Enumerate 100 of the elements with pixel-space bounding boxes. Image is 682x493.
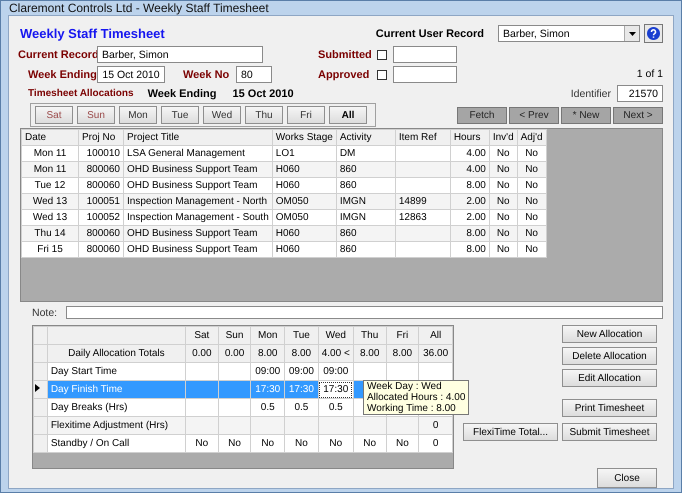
table-cell: No xyxy=(329,438,342,449)
day-filter-button[interactable]: All xyxy=(329,106,367,124)
table-cell: LO1 xyxy=(276,148,295,159)
table-cell: OHD Business Support Team xyxy=(127,228,258,239)
text-field[interactable] xyxy=(393,66,457,83)
row-pointer-icon xyxy=(35,384,40,392)
day-filter-button[interactable]: Wed xyxy=(203,106,241,124)
total-cell: 36.00 xyxy=(418,344,452,362)
day-filter-button[interactable]: Thu xyxy=(245,106,283,124)
table-cell: 0.5 xyxy=(294,402,308,413)
table-cell: 0.5 xyxy=(260,402,275,413)
table-cell: 2.00 xyxy=(466,196,486,207)
column-header: Wed xyxy=(318,326,354,344)
table-cell: DM xyxy=(340,148,356,159)
window-title: Claremont Controls Ltd - Weekly Staff Timesheet xyxy=(8,1,270,15)
table-cell: No xyxy=(294,438,308,449)
close-button[interactable]: Close xyxy=(597,468,657,488)
column-header: Adj'd xyxy=(517,130,546,146)
field-label: Note: xyxy=(32,306,58,318)
text-field[interactable] xyxy=(393,46,457,63)
help-icon xyxy=(647,27,660,40)
table-cell: 860 xyxy=(340,164,357,175)
table-cell: 800060 xyxy=(86,244,120,255)
checkbox[interactable] xyxy=(377,70,387,80)
field-label: Week Ending xyxy=(148,88,216,100)
table-cell: No xyxy=(261,438,274,449)
table-cell: No xyxy=(496,180,510,191)
table-cell: 14899 xyxy=(398,196,427,207)
table-cell: Mon 11 xyxy=(34,164,66,175)
table-cell: No xyxy=(496,228,510,239)
table-cell: No xyxy=(525,228,538,239)
date-field[interactable]: 15 Oct 2010 xyxy=(97,66,165,83)
total-cell: 8.00 xyxy=(250,344,285,362)
table-cell: 4.00 xyxy=(466,148,486,159)
table-cell: 100010 xyxy=(86,148,120,159)
field-label: Identifier xyxy=(570,88,611,100)
table-cell: No xyxy=(525,180,538,191)
column-header: Mon xyxy=(250,326,285,344)
table-cell: OHD Business Support Team xyxy=(127,244,258,255)
action-button[interactable]: Delete Allocation xyxy=(562,347,657,365)
table-cell: No xyxy=(525,212,538,223)
table-cell: 100052 xyxy=(86,212,120,223)
column-header: Tue xyxy=(284,326,318,344)
table-cell: No xyxy=(396,438,409,449)
column-header: Thu xyxy=(353,326,386,344)
user-dropdown[interactable]: Barber, Simon xyxy=(498,25,640,42)
field-label: Approved xyxy=(318,68,370,80)
table-cell: 8.00 xyxy=(466,228,486,239)
total-cell: 4.00 < xyxy=(318,344,354,362)
nav-button[interactable]: < Prev xyxy=(509,106,559,124)
table-cell: 8.00 xyxy=(466,180,486,191)
flexitime-button[interactable]: FlexiTime Total... xyxy=(463,423,558,441)
nav-button[interactable]: Next > xyxy=(613,106,663,124)
table-cell: H060 xyxy=(276,244,300,255)
identifier-field[interactable]: 21570 xyxy=(617,85,663,102)
submit-button[interactable]: Submit Timesheet xyxy=(562,423,657,441)
day-filter-button[interactable]: Fri xyxy=(287,106,325,124)
table-cell: 09:00 xyxy=(288,366,314,377)
action-button[interactable]: Edit Allocation xyxy=(562,369,657,387)
table-cell: 800060 xyxy=(86,228,120,239)
table-cell: OM050 xyxy=(276,212,309,223)
row-label: Flexitime Adjustment (Hrs) xyxy=(47,416,186,434)
action-button[interactable]: Print Timesheet xyxy=(562,399,657,417)
form-heading: Weekly Staff Timesheet xyxy=(19,26,165,41)
table-cell: 860 xyxy=(340,180,357,191)
day-filter-button[interactable]: Mon xyxy=(119,106,157,124)
row-header: Daily Allocation Totals xyxy=(47,344,186,362)
day-filter-button[interactable]: Sat xyxy=(35,106,73,124)
column-header: Works Stage xyxy=(272,130,336,146)
nav-button[interactable]: Fetch xyxy=(457,106,507,124)
help-button[interactable] xyxy=(644,24,663,43)
total-cell: 8.00 xyxy=(386,344,419,362)
table-cell: 800060 xyxy=(86,180,120,191)
table-cell: 8.00 xyxy=(466,244,486,255)
week-ending-value: 15 Oct 2010 xyxy=(232,88,294,100)
column-header: Sun xyxy=(218,326,251,344)
table-cell: 09:00 xyxy=(323,366,348,377)
text-field[interactable]: Barber, Simon xyxy=(97,46,263,63)
table-cell: Thu 14 xyxy=(34,228,66,239)
action-button[interactable]: New Allocation xyxy=(562,325,657,343)
column-header: Fri xyxy=(386,326,419,344)
table-cell: 09:00 xyxy=(255,366,280,377)
column-header: Sat xyxy=(185,326,218,344)
column-header: Activity xyxy=(336,130,396,146)
section-label: Timesheet Allocations xyxy=(27,88,134,99)
day-filter-button[interactable]: Sun xyxy=(77,106,115,124)
day-filter-button[interactable]: Tue xyxy=(161,106,199,124)
table-cell: LSA General Management xyxy=(127,148,245,159)
table-cell: IMGN xyxy=(340,196,366,207)
nav-button[interactable]: * New xyxy=(561,106,611,124)
checkbox[interactable] xyxy=(377,50,387,60)
number-field[interactable]: 80 xyxy=(236,66,272,83)
table-cell: 0 xyxy=(432,420,438,431)
table-cell: No xyxy=(525,148,538,159)
table-cell: Mon 11 xyxy=(34,148,66,159)
table-cell: No xyxy=(228,438,241,449)
tooltip: Week Day : Wed Allocated Hours : 4.00 Working Time : 8.00 xyxy=(363,380,470,415)
total-cell: 0.00 xyxy=(218,344,251,362)
note-field[interactable] xyxy=(66,306,663,319)
table-cell: No xyxy=(496,164,510,175)
